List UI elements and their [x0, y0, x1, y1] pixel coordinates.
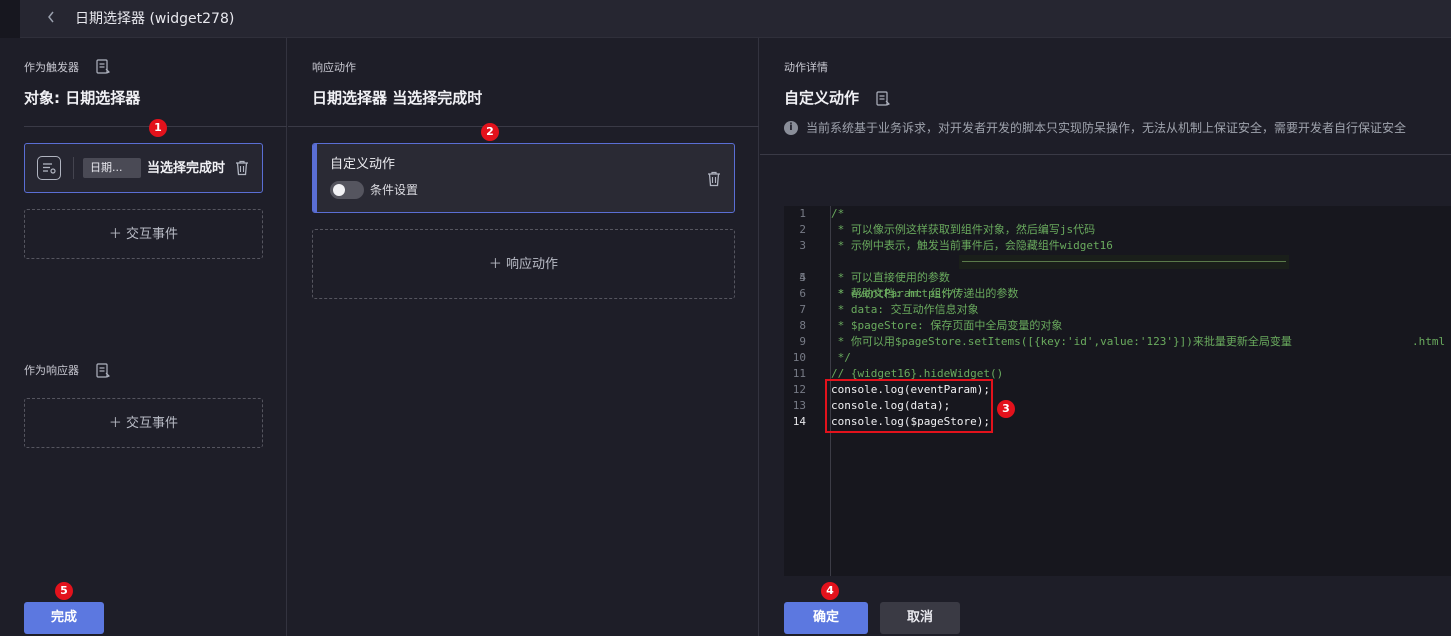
callout-badge-2: 2 [481, 123, 499, 141]
detail-title: 自定义动作 [784, 89, 860, 107]
condition-toggle-label: 条件设置 [370, 183, 419, 197]
trigger-panel: 作为触发器 对象: 日期选择器 日期... 当选择完成时 ＋ 交互事件 作为响应… [0, 38, 287, 636]
doc-icon[interactable] [96, 363, 111, 379]
trash-icon[interactable] [235, 160, 249, 176]
left-edge [0, 0, 20, 38]
trigger-section-label: 作为触发器 [24, 61, 79, 74]
done-button[interactable]: 完成 [24, 602, 104, 634]
callout-badge-3: 3 [997, 400, 1015, 418]
add-response-action-button[interactable]: ＋ 响应动作 [312, 229, 735, 299]
object-title: 对象: 日期选择器 [24, 89, 141, 107]
widget-chip: 日期... [83, 158, 141, 178]
action-panel-title: 日期选择器 当选择完成时 [312, 89, 483, 107]
confirm-button[interactable]: 确定 [784, 602, 868, 634]
trigger-event-card[interactable]: 日期... 当选择完成时 [24, 143, 263, 193]
trash-icon[interactable] [707, 171, 721, 187]
code-line: 4 * 帮助文档: https:// .html [784, 254, 1451, 348]
chevron-left-icon[interactable] [46, 10, 60, 28]
code-editor[interactable]: 1/* 2 * 可以像示例这样获取到组件对象，然后编写js代码 3 * 示例中表… [784, 206, 1451, 576]
condition-toggle[interactable] [330, 181, 364, 199]
detail-panel: 动作详情 自定义动作 i 当前系统基于业务诉求，对开发者开发的脚本只实现防呆操作… [760, 38, 1451, 636]
divider [760, 154, 1451, 155]
doc-icon[interactable] [96, 59, 111, 75]
callout-badge-1: 1 [149, 119, 167, 137]
security-notice: 当前系统基于业务诉求，对开发者开发的脚本只实现防呆操作，无法从机制上保证安全，需… [806, 121, 1407, 135]
cancel-button[interactable]: 取消 [880, 602, 960, 634]
info-icon: i [784, 121, 798, 135]
detail-section-label: 动作详情 [784, 61, 828, 74]
event-list-icon [37, 156, 61, 180]
action-section-label: 响应动作 [312, 61, 356, 74]
separator [73, 157, 74, 179]
redacted-url-underline [962, 261, 1286, 262]
action-panel: 响应动作 日期选择器 当选择完成时 自定义动作 条件设置 ＋ 响应动作 [288, 38, 759, 636]
toggle-knob [333, 184, 345, 196]
custom-action-card[interactable]: 自定义动作 条件设置 [312, 143, 735, 213]
doc-icon[interactable] [876, 91, 891, 107]
page-title: 日期选择器 (widget278) [75, 11, 235, 27]
responder-section-label: 作为响应器 [24, 364, 79, 377]
callout-badge-4: 4 [821, 582, 839, 600]
redacted-url [959, 255, 1289, 269]
callout-badge-5: 5 [55, 582, 73, 600]
add-interaction-event-button[interactable]: ＋ 交互事件 [24, 209, 263, 259]
add-responder-event-button[interactable]: ＋ 交互事件 [24, 398, 263, 448]
trigger-event-label: 当选择完成时 [147, 161, 226, 176]
action-title: 自定义动作 [330, 157, 396, 172]
selected-indicator [313, 144, 317, 212]
divider [288, 126, 759, 127]
top-bar: 日期选择器 (widget278) [0, 0, 1451, 38]
highlight-box [825, 379, 993, 433]
